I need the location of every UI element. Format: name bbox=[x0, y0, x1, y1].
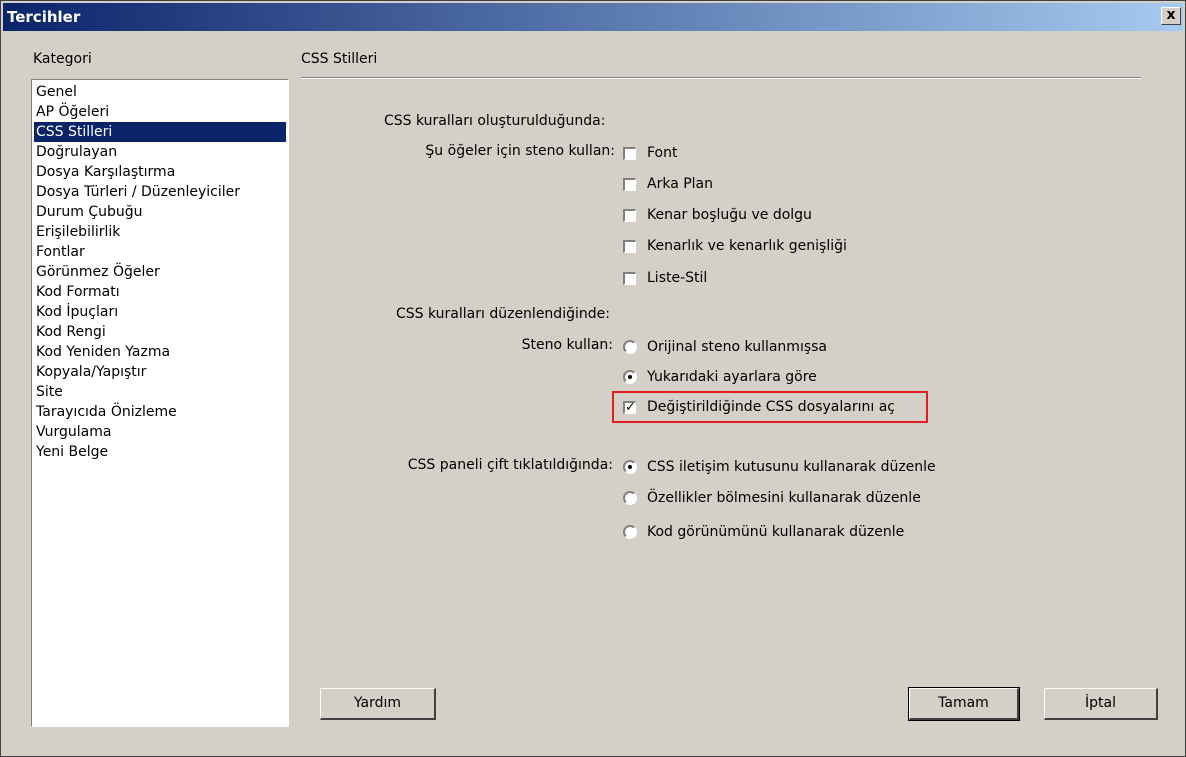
preferences-dialog: Tercihler x Kategori Genel AP Öğeleri CSS … bbox=[0, 0, 1186, 757]
option-label: Orijinal steno kullanmışsa bbox=[647, 339, 827, 355]
checkbox[interactable] bbox=[623, 177, 636, 191]
steno-label: Steno kullan: bbox=[521, 337, 613, 353]
dblclick-option-dialog[interactable]: CSS iletişim kutusunu kullanarak düzenle bbox=[623, 457, 936, 477]
radio-button[interactable] bbox=[623, 340, 637, 354]
category-item[interactable]: Kopyala/Yapıştır bbox=[34, 362, 286, 382]
checkbox[interactable] bbox=[623, 146, 636, 160]
option-label: Özellikler bölmesini kullanarak düzenle bbox=[647, 490, 921, 506]
open-css-files-option[interactable]: ✓ Değiştirildiğinde CSS dosyalarını aç bbox=[623, 397, 895, 417]
category-item[interactable]: Görünmez Öğeler bbox=[34, 262, 286, 282]
shorthand-option-margin-padding[interactable]: Kenar boşluğu ve dolgu bbox=[623, 205, 812, 225]
shorthand-option-font[interactable]: Font bbox=[623, 143, 677, 163]
shorthand-label: Şu öğeler için steno kullan: bbox=[425, 143, 615, 159]
category-item[interactable]: Doğrulayan bbox=[34, 142, 286, 162]
category-item[interactable]: Kod İpuçları bbox=[34, 302, 286, 322]
option-label: Değiştirildiğinde CSS dosyalarını aç bbox=[647, 399, 895, 415]
dblclick-option-code-view[interactable]: Kod görünümünü kullanarak düzenle bbox=[623, 522, 904, 542]
section-divider bbox=[301, 77, 1141, 79]
category-item[interactable]: CSS Stilleri bbox=[34, 122, 286, 142]
checkbox[interactable] bbox=[623, 208, 636, 222]
ok-button[interactable]: Tamam bbox=[908, 687, 1020, 721]
category-item[interactable]: Kod Rengi bbox=[34, 322, 286, 342]
radio-button[interactable] bbox=[623, 370, 637, 384]
option-label: Kenarlık ve kenarlık genişliği bbox=[647, 238, 847, 254]
create-heading: CSS kuralları oluşturulduğunda: bbox=[384, 113, 606, 129]
steno-option-original[interactable]: Orijinal steno kullanmışsa bbox=[623, 337, 827, 357]
category-item[interactable]: Dosya Karşılaştırma bbox=[34, 162, 286, 182]
close-button[interactable]: x bbox=[1161, 7, 1181, 25]
dblclick-label: CSS paneli çift tıklatıldığında: bbox=[407, 457, 613, 473]
category-item[interactable]: Tarayıcıda Önizleme bbox=[34, 402, 286, 422]
radio-button[interactable] bbox=[623, 525, 637, 539]
option-label: Font bbox=[647, 145, 678, 161]
category-label: Kategori bbox=[33, 51, 92, 67]
option-label: Kod görünümünü kullanarak düzenle bbox=[647, 524, 905, 540]
category-item[interactable]: Genel bbox=[34, 82, 286, 102]
category-item[interactable]: Fontlar bbox=[34, 242, 286, 262]
shorthand-option-list-style[interactable]: Liste-Stil bbox=[623, 268, 707, 288]
steno-option-settings[interactable]: Yukarıdaki ayarlara göre bbox=[623, 367, 817, 387]
category-item[interactable]: Kod Yeniden Yazma bbox=[34, 342, 286, 362]
option-label: Yukarıdaki ayarlara göre bbox=[647, 369, 817, 385]
checkbox-checked[interactable]: ✓ bbox=[623, 400, 636, 414]
checkbox[interactable] bbox=[623, 271, 636, 285]
category-item[interactable]: Durum Çubuğu bbox=[34, 202, 286, 222]
radio-button[interactable] bbox=[623, 460, 637, 474]
edit-heading: CSS kuralları düzenlendiğinde: bbox=[396, 306, 610, 322]
category-item[interactable]: Dosya Türleri / Düzenleyiciler bbox=[34, 182, 286, 202]
category-item[interactable]: Erişilebilirlik bbox=[34, 222, 286, 242]
category-item[interactable]: Yeni Belge bbox=[34, 442, 286, 462]
option-label: Arka Plan bbox=[647, 176, 714, 192]
category-item[interactable]: AP Öğeleri bbox=[34, 102, 286, 122]
checkbox[interactable] bbox=[623, 239, 636, 253]
help-button[interactable]: Yardım bbox=[320, 688, 436, 720]
category-item[interactable]: Site bbox=[34, 382, 286, 402]
option-label: Kenar boşluğu ve dolgu bbox=[647, 207, 812, 223]
radio-button[interactable] bbox=[623, 491, 637, 505]
cancel-button[interactable]: İptal bbox=[1044, 688, 1158, 720]
dblclick-option-properties[interactable]: Özellikler bölmesini kullanarak düzenle bbox=[623, 488, 921, 508]
title-bar: Tercihler x bbox=[3, 3, 1183, 31]
option-label: Liste-Stil bbox=[647, 270, 708, 286]
option-label: CSS iletişim kutusunu kullanarak düzenle bbox=[647, 459, 936, 475]
shorthand-option-background[interactable]: Arka Plan bbox=[623, 174, 713, 194]
section-title: CSS Stilleri bbox=[301, 51, 378, 67]
category-list[interactable]: Genel AP Öğeleri CSS Stilleri Doğrulayan Dos… bbox=[31, 79, 289, 727]
shorthand-option-border[interactable]: Kenarlık ve kenarlık genişliği bbox=[623, 236, 847, 256]
window-title: Tercihler bbox=[7, 8, 81, 26]
category-item[interactable]: Vurgulama bbox=[34, 422, 286, 442]
category-item[interactable]: Kod Formatı bbox=[34, 282, 286, 302]
